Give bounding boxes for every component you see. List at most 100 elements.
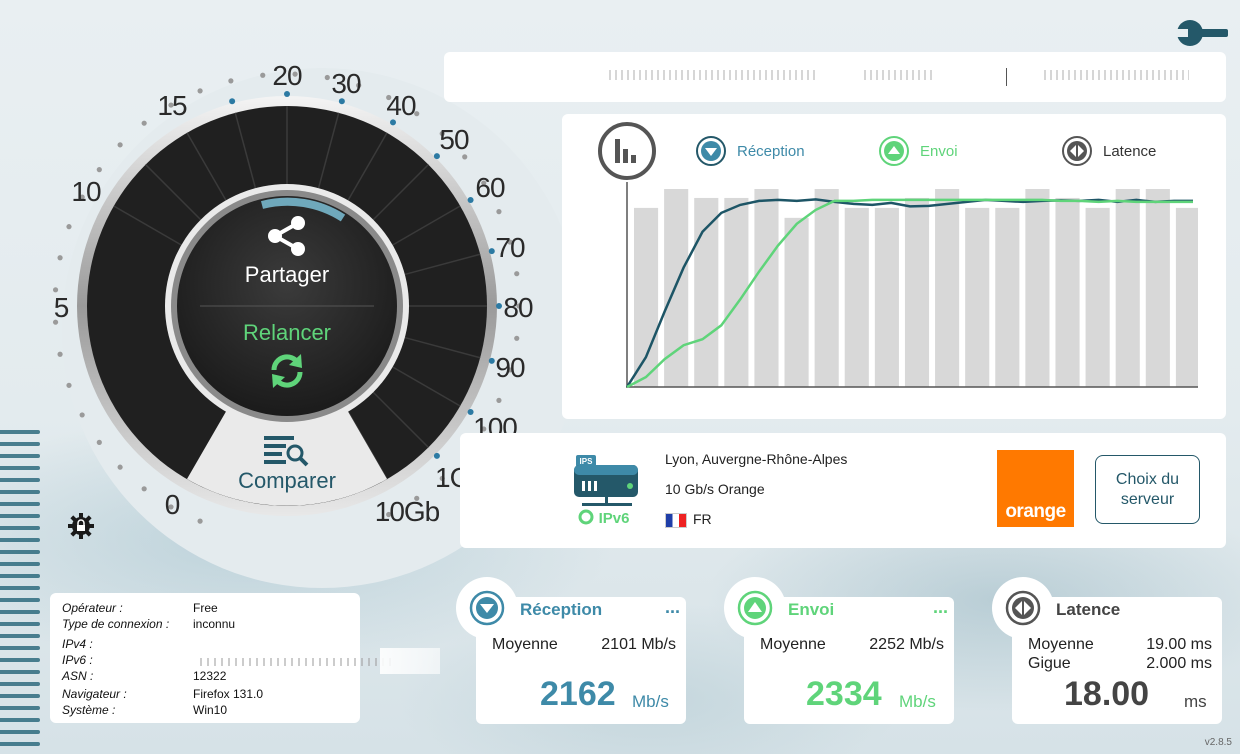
gauge-tick-dot [66, 224, 72, 230]
gauge-marker [496, 303, 502, 309]
gauge-tick-dot [79, 412, 85, 418]
chart-bar [1175, 207, 1198, 387]
privacy-settings-icon[interactable] [67, 512, 95, 540]
legend-reception[interactable]: Réception [695, 134, 805, 168]
envoi-average: Moyenne 2252 Mb/s [760, 636, 944, 653]
orange-logo-text: orange [1005, 501, 1066, 522]
info-row-operator: Opérateur : Free [62, 601, 218, 615]
legend-envoi-label: Envoi [920, 142, 958, 160]
server-ipv6-icon: IPS IPv6 [574, 455, 638, 527]
share-button[interactable]: Partager [200, 196, 374, 302]
legend-envoi[interactable]: Envoi [878, 134, 958, 168]
server-speed: 10 Gb/s Orange [665, 481, 765, 497]
gauge-tick-90: 90 [495, 352, 525, 383]
info-row-browser: Navigateur : Firefox 131.0 [62, 687, 264, 701]
latence-unit: ms [1184, 692, 1207, 711]
reception-more-button[interactable]: ... [665, 597, 680, 618]
ips-badge-text: IPS [580, 457, 594, 466]
ipv6-badge-text: IPv6 [599, 510, 630, 527]
info-row-system: Système : Win10 [62, 703, 228, 717]
legend-reception-label: Réception [737, 142, 805, 160]
gauge-tick-dot [96, 439, 102, 445]
gauge-tick-10: 10 [71, 176, 101, 207]
chart-bar [1055, 197, 1080, 387]
choose-server-label-2: serveur [1120, 490, 1175, 508]
download-arrow-icon [696, 136, 726, 166]
gauge-tick-dot [141, 486, 147, 492]
server-country: FR [665, 511, 712, 528]
envoi-unit: Mb/s [899, 692, 936, 711]
gauge-marker [488, 357, 495, 364]
envoi-card: Envoi ... Moyenne 2252 Mb/s 2334 Mb/s [724, 577, 954, 724]
chart-bar [634, 207, 659, 387]
reception-value: 2162 [540, 675, 616, 713]
server-country-code: FR [693, 511, 712, 527]
gauge-tick-dot [197, 518, 203, 524]
latence-average: Moyenne 19.00 ms [1028, 636, 1212, 653]
chart-bar [754, 188, 779, 387]
gauge-tick-dot [496, 209, 502, 215]
gauge-tick-dot [514, 335, 520, 341]
speed-chart-panel: Réception Envoi Latence [562, 114, 1226, 419]
gauge-tick-dot [324, 74, 330, 81]
reception-card: Réception ... Moyenne 2101 Mb/s 2162 Mb/s [456, 577, 686, 724]
gauge-tick-dot [66, 382, 72, 388]
gauge-marker [488, 248, 495, 255]
envoi-more-button[interactable]: ... [933, 597, 948, 618]
gauge-marker [467, 197, 474, 203]
upload-arrow-icon [879, 136, 909, 166]
wrench-settings-icon[interactable] [1176, 18, 1228, 48]
connection-info-box: Opérateur : Free Type de connexion : incon… [50, 593, 440, 723]
gauge-tick-dot [141, 120, 147, 126]
gauge-tick-dot [197, 88, 203, 94]
chart-bar [995, 207, 1020, 387]
legend-latence-label: Latence [1103, 142, 1157, 160]
gauge-marker [433, 452, 440, 459]
divider [1006, 68, 1007, 86]
bar-chart-icon[interactable] [597, 121, 657, 181]
latency-arrows-icon [1005, 590, 1041, 626]
reception-badge [456, 577, 518, 639]
gauge-tick-30: 30 [331, 68, 361, 99]
gauge-tick-dot [57, 351, 63, 357]
gauge-tick-dot [117, 464, 123, 470]
chart-bar [874, 207, 899, 387]
gauge-tick-70: 70 [495, 232, 525, 263]
download-arrow-icon [469, 590, 505, 626]
gauge-tick-dot [228, 78, 234, 84]
latence-value: 18.00 [1064, 675, 1150, 713]
gauge-tick-60: 60 [475, 172, 505, 203]
speed-chart [626, 182, 1198, 389]
reception-average: Moyenne 2101 Mb/s [492, 636, 676, 653]
chart-bar [814, 188, 839, 387]
chart-bar [965, 207, 990, 387]
gauge-tick-0: 0 [164, 489, 181, 520]
latence-card: Latence Moyenne 19.00 ms Gigue 2.000 ms 18… [992, 577, 1222, 724]
gauge-tick-dot [496, 397, 502, 403]
gauge-marker [229, 98, 236, 105]
reception-card-title: Réception [520, 600, 603, 619]
chart-bar [904, 197, 930, 387]
upload-arrow-icon [737, 590, 773, 626]
gauge-tick-15: 15 [157, 90, 187, 121]
gauge-tick-40: 40 [386, 90, 416, 121]
gauge-tick-dot [117, 142, 123, 148]
restart-button[interactable]: Relancer [200, 312, 374, 402]
gauge-tick-dot [96, 167, 102, 173]
envoi-badge [724, 577, 786, 639]
compare-label: Comparer [238, 468, 336, 493]
connection-summary-bar [444, 52, 1226, 102]
latency-arrows-icon [1062, 136, 1092, 166]
legend-latence[interactable]: Latence [1061, 134, 1156, 168]
redacted-text [609, 70, 819, 80]
chart-bar [1145, 188, 1170, 387]
compare-button[interactable]: Comparer [200, 428, 374, 498]
gauge-tick-dot [260, 72, 266, 78]
orange-logo: orange [997, 450, 1074, 527]
info-row-connection-type: Type de connexion : inconnu [62, 617, 236, 631]
share-icon [268, 216, 305, 256]
chart-bar [784, 217, 809, 387]
choose-server-button[interactable]: Choix du serveur [1095, 455, 1200, 524]
chart-bar [844, 207, 869, 387]
gauge-tick-dot [57, 255, 63, 261]
